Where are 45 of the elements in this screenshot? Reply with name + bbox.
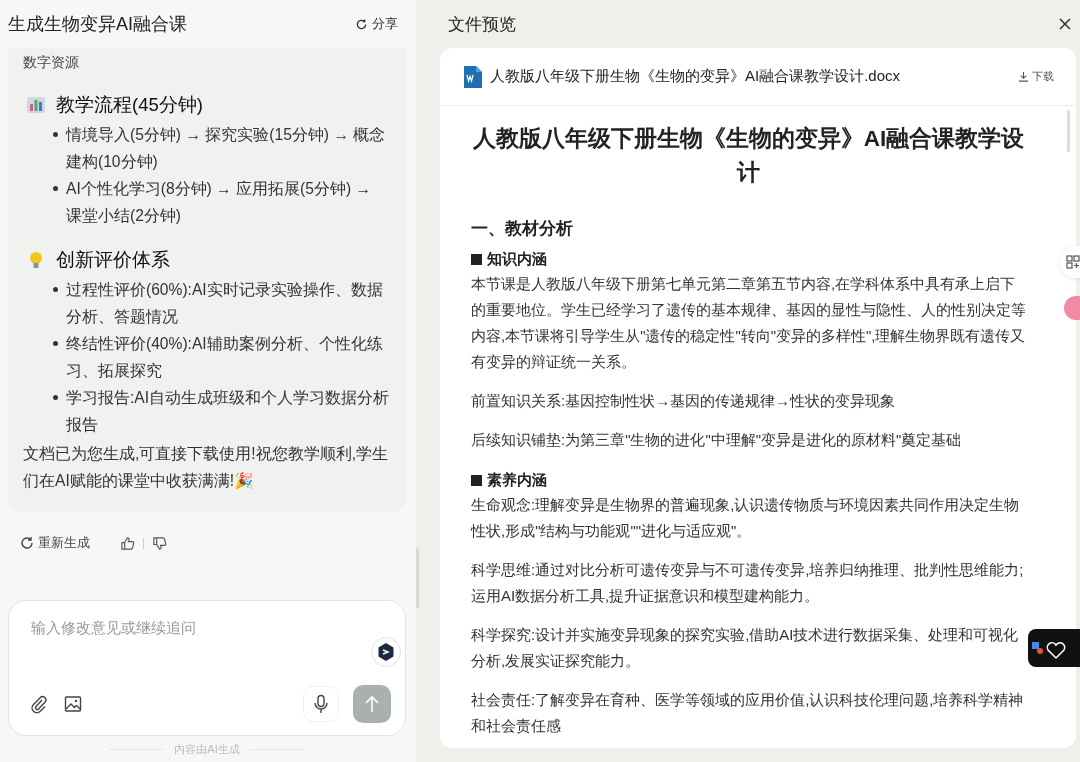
list-item: 终结性评价(40%):AI辅助案例分析、个性化练习、拓展探究 <box>66 334 384 381</box>
section-heading: 教学流程(45分钟) <box>56 93 203 117</box>
message-composer[interactable]: 输入修改意见或继续追问 <box>8 600 406 736</box>
list-item: 过程性评价(60%):AI实时记录实验操作、数据分析、答题情况 <box>66 280 384 327</box>
paragraph: 后续知识铺垫:为第三章"生物的进化"中理解"变异是进化的原材料"奠定基础 <box>471 431 963 450</box>
paragraph: 科学思维:通过对比分析可遗传变异与不可遗传变异,培养归纳推理、批判性思维能力;运用AI数据分析工具,提升证据意识和模型建构能力。 <box>471 561 1025 606</box>
paragraph: 生命观念:理解变异是生物界的普遍现象,认识遗传物质与环境因素共同作用决定生物性状,形成"结构与功能观""进化与适应观"。 <box>471 496 1021 541</box>
refresh-icon <box>355 17 368 31</box>
message-text: 文档已为您生成,可直接下载使用!祝您教学顺利,学生们在AI赋能的课堂中收获满满!🎉 <box>23 444 389 491</box>
extension-widget-icon[interactable] <box>1028 629 1080 667</box>
refresh-icon <box>20 536 34 550</box>
paperclip-icon[interactable] <box>29 694 49 714</box>
microphone-icon <box>312 694 330 714</box>
message-text: 数字资源 <box>23 54 80 72</box>
bar-chart-icon <box>26 94 46 115</box>
thumbs-down-icon[interactable] <box>152 535 167 551</box>
section-heading: 创新评价体系 <box>56 248 170 272</box>
section-heading: 一、教材分析 <box>471 218 574 239</box>
download-button[interactable]: 下载 <box>1018 69 1054 84</box>
share-badge-icon[interactable] <box>371 637 401 667</box>
panel-title: 文件预览 <box>448 13 516 36</box>
square-bullet-icon <box>471 254 482 265</box>
message-input-field[interactable]: 输入修改意见或继续追问 <box>29 617 351 661</box>
paragraph: 科学探究:设计并实施变异现象的探究实验,借助AI技术进行数据采集、处理和可视化分析,发展实证探究能力。 <box>471 626 1020 671</box>
list-item: AI个性化学习(8分钟) → 应用拓展(5分钟) → 课堂小结(2分钟) <box>66 179 373 226</box>
subsection-heading: 素养内涵 <box>487 471 547 490</box>
regenerate-button[interactable]: 重新生成 <box>20 534 90 552</box>
close-icon[interactable] <box>1058 17 1072 31</box>
image-icon[interactable] <box>63 694 83 714</box>
list-item: 学习报告:AI自动生成班级和个人学习数据分析报告 <box>66 388 391 435</box>
file-name: 人教版八年级下册生物《生物的变异》AI融合课教学设计.docx <box>490 67 902 86</box>
arrow-up-icon <box>364 695 380 713</box>
list-item: 情境导入(5分钟) → 探究实验(15分钟) → 概念建构(10分钟) <box>66 125 387 172</box>
square-bullet-icon <box>471 475 482 486</box>
download-icon <box>1018 71 1029 82</box>
chat-title: 生成生物变异AI融合课 <box>8 13 187 36</box>
paragraph: 前置知识关系:基因控制性状→基因的传递规律→性状的变异现象 <box>471 392 896 411</box>
document-title: 人教版八年级下册生物《生物的变异》AI融合课教学设计 <box>471 125 1026 187</box>
microphone-button[interactable] <box>303 686 339 722</box>
subsection-heading: 知识内涵 <box>487 250 547 269</box>
word-file-icon <box>462 65 482 88</box>
share-button[interactable]: 分享 <box>355 15 398 33</box>
thumbs-up-icon[interactable] <box>120 535 135 551</box>
paragraph: 本节课是人教版八年级下册第七单元第二章第五节内容,在学科体系中具有承上启下的重要地位。学生已经学习了遗传的基本规律、基因的显性与隐性、人的性别决定等内容,本节课将引导学生从"遗传的稳定性"转向"变异的多样性",理解生物界既有遗传又有变异的辩证统一关系。 <box>471 275 1026 372</box>
paragraph: 社会责任:了解变异在育种、医学等领域的应用价值,认识科技伦理问题,培养科学精神和社会责任感 <box>471 691 1025 736</box>
